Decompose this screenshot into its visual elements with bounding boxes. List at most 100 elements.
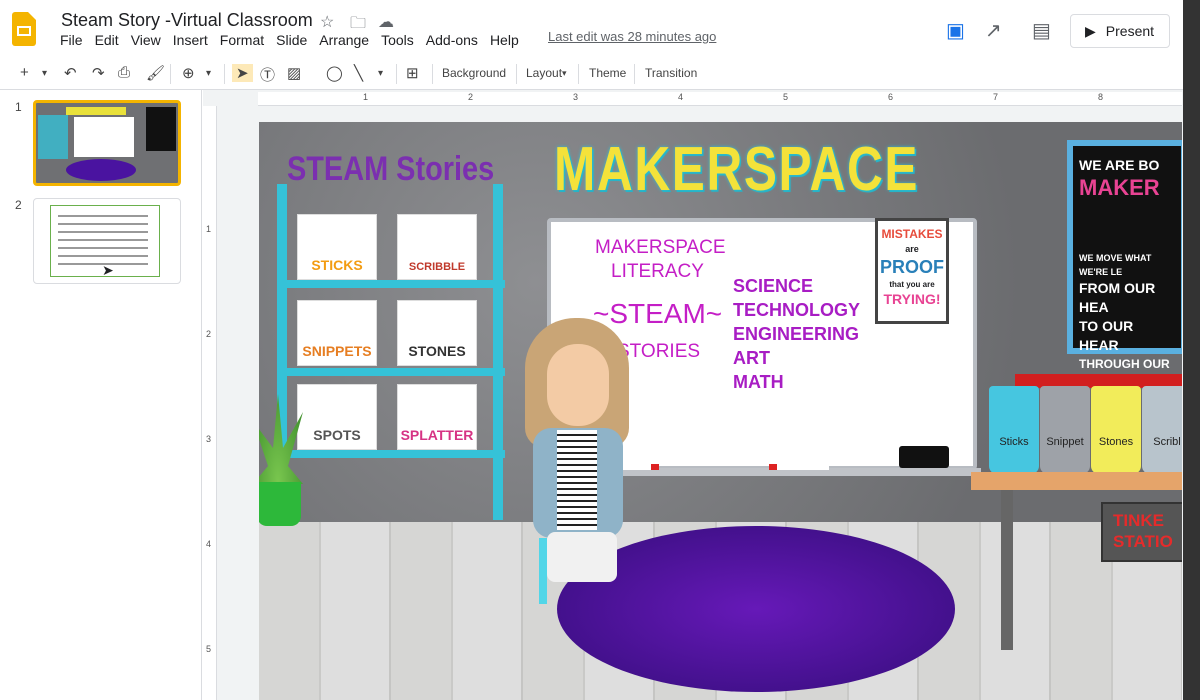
zoom-icon[interactable]: ⊕ [182, 64, 195, 82]
ruler-label: 2 [468, 92, 474, 102]
line-icon[interactable]: ╲ [354, 64, 363, 82]
last-edit-link[interactable]: Last edit was 28 minutes ago [548, 29, 716, 44]
sign-text: TINKE [1113, 511, 1164, 530]
tinker-table: TINKE STATIO [971, 472, 1182, 652]
poster-text: FROM OUR HEA [1079, 280, 1156, 315]
undo-icon[interactable]: ↶ [64, 64, 77, 82]
wb-list-science: SCIENCE [733, 276, 814, 296]
menu-view[interactable]: View [131, 32, 161, 48]
layout-dropdown-icon[interactable]: ▾ [562, 68, 567, 79]
tinker-station-sign: TINKE STATIO [1101, 502, 1182, 562]
layout-button[interactable]: Layout [526, 66, 562, 80]
ruler-label: 3 [206, 434, 212, 444]
menu-format[interactable]: Format [220, 32, 264, 48]
present-button[interactable]: ▶ Present [1070, 14, 1170, 48]
ruler-label: 2 [206, 329, 212, 339]
mistakes-poster[interactable]: MISTAKES are PROOF that you are TRYING! [875, 218, 949, 324]
redo-icon[interactable]: ↷ [92, 64, 105, 82]
menu-bar: File Edit View Insert Format Slide Arran… [60, 32, 531, 48]
potted-plant[interactable] [259, 394, 313, 530]
book-splatter[interactable]: SPLATTER [397, 384, 477, 450]
bin-scribble[interactable]: Scribl [1142, 386, 1182, 474]
select-cursor-icon[interactable]: ➤ [232, 64, 253, 82]
we-are-makers-poster[interactable]: WE ARE BO MAKER WE MOVE WHAT WE'RE LE FR… [1067, 140, 1182, 390]
wb-makerspace: MAKERSPACE [595, 237, 726, 258]
poster-text: WE ARE BO [1079, 157, 1160, 173]
wb-list-art: ART [733, 348, 770, 368]
meet-video-icon[interactable]: ▣ [946, 18, 965, 43]
text-box-icon[interactable]: Ⓣ [260, 64, 275, 85]
ruler-label: 8 [1098, 92, 1104, 102]
poster-text: TO OUR HEAR [1079, 318, 1134, 353]
line-dropdown-icon[interactable]: ▾ [378, 68, 383, 79]
menu-tools[interactable]: Tools [381, 32, 414, 48]
ruler-label: 5 [206, 644, 212, 654]
cloud-status-icon[interactable]: ☁ [378, 12, 394, 32]
menu-help[interactable]: Help [490, 32, 519, 48]
image-icon[interactable]: ▨ [287, 64, 301, 82]
poster-text: PROOF [879, 257, 944, 277]
sign-text: STATIO [1113, 532, 1173, 551]
document-title[interactable]: Steam Story -Virtual Classroom [61, 10, 313, 31]
wb-steam-list: SCIENCE TECHNOLOGY ENGINEERING ART MATH [733, 274, 860, 394]
new-slide-plus-icon[interactable]: + [20, 64, 29, 81]
book-scribble[interactable]: SCRIBBLE [397, 214, 477, 280]
activity-trend-icon[interactable]: ↗ [985, 18, 1002, 43]
ruler-label: 1 [363, 92, 369, 102]
paint-format-icon[interactable]: 🖌 [146, 64, 165, 82]
zoom-dropdown-icon[interactable]: ▾ [206, 68, 211, 79]
book-snippets[interactable]: SNIPPETS [297, 300, 377, 366]
title-bar: Steam Story -Virtual Classroom ☆ 🗀 ☁ Fil… [0, 0, 1200, 58]
menu-arrange[interactable]: Arrange [319, 32, 369, 48]
slide-number: 2 [15, 198, 22, 212]
poster-text: are [905, 244, 919, 254]
ruler-label: 6 [888, 92, 894, 102]
background-button[interactable]: Background [442, 66, 506, 80]
filmstrip: 1 2 ➤ [0, 90, 202, 700]
comments-icon[interactable]: ▤ [1032, 18, 1051, 43]
poster-text: WE MOVE WHAT WE'RE LE [1079, 253, 1152, 277]
bin-snippet[interactable]: Snippet [1040, 386, 1090, 474]
menu-addons[interactable]: Add-ons [426, 32, 478, 48]
poster-text: MAKER [1079, 175, 1160, 200]
teacher-bitmoji-avatar[interactable] [517, 318, 637, 608]
slide-number: 1 [15, 100, 22, 114]
present-label: Present [1105, 23, 1155, 39]
poster-text: that you are [889, 280, 935, 289]
horizontal-ruler: 1 2 3 4 5 6 7 8 [258, 92, 1182, 106]
menu-edit[interactable]: Edit [95, 32, 119, 48]
ruler-label: 3 [573, 92, 579, 102]
book-sticks[interactable]: STICKS [297, 214, 377, 280]
menu-slide[interactable]: Slide [276, 32, 307, 48]
bin-stones[interactable]: Stones [1091, 386, 1141, 474]
ruler-label: 5 [783, 92, 789, 102]
transition-button[interactable]: Transition [645, 66, 697, 80]
theme-button[interactable]: Theme [589, 66, 626, 80]
makerspace-title[interactable]: MAKERSPACE [554, 134, 919, 205]
bin-sticks[interactable]: Sticks [989, 386, 1039, 474]
shape-icon[interactable]: ◯ [326, 64, 343, 82]
book-stones[interactable]: STONES [397, 300, 477, 366]
menu-insert[interactable]: Insert [173, 32, 208, 48]
slides-logo-icon[interactable] [12, 12, 36, 46]
print-icon[interactable]: ⎙ [118, 64, 130, 81]
new-slide-dropdown-icon[interactable]: ▾ [42, 68, 47, 79]
slide-thumbnail-1[interactable] [33, 100, 181, 186]
wb-list-engineering: ENGINEERING [733, 324, 860, 344]
add-comment-icon[interactable]: ⊞ [406, 64, 419, 82]
poster-text: MISTAKES [881, 227, 943, 241]
ruler-label: 4 [678, 92, 684, 102]
present-icon: ▶ [1085, 22, 1096, 39]
mouse-cursor-icon: ➤ [102, 262, 114, 278]
toolbar: + ▾ ↶ ↷ ⎙ 🖌 ⊕ ▾ ➤ Ⓣ ▨ ◯ ╲ ▾ ⊞ Background… [0, 58, 1183, 90]
star-icon[interactable]: ☆ [320, 12, 334, 32]
poster-text: TRYING! [883, 291, 941, 307]
vertical-ruler: 1 2 3 4 5 [203, 106, 217, 700]
wb-list-technology: TECHNOLOGY [733, 300, 861, 320]
ruler-label: 7 [993, 92, 999, 102]
menu-file[interactable]: File [60, 32, 83, 48]
ruler-label: 1 [206, 224, 212, 234]
video-participant-strip [1183, 0, 1200, 700]
slide-1-editor[interactable]: STEAM Stories MAKERSPACE STICKS SCRIBBLE… [259, 122, 1182, 700]
ruler-label: 4 [206, 539, 212, 549]
